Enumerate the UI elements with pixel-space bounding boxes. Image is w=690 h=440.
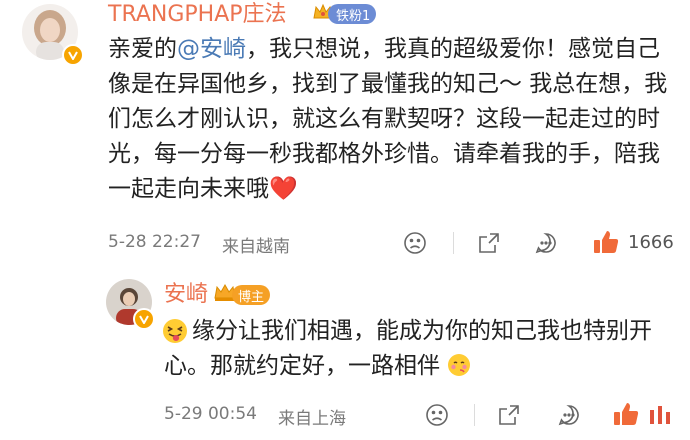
verified-badge-icon <box>62 44 84 66</box>
reply-text: 缘分让我们相遇，能成为你的知己我也特别开心。那就约定好，一路相伴 <box>164 314 680 384</box>
comment-source: 来自越南 <box>222 237 290 257</box>
comment-username[interactable]: TRANGPHAP庄法 <box>108 2 287 28</box>
thumbs-up-icon[interactable] <box>592 228 620 256</box>
share-icon[interactable] <box>476 230 502 256</box>
blush-emoji-icon <box>447 353 471 377</box>
divider <box>474 404 475 426</box>
reply-text-body: 缘分让我们相遇，能成为你的知己我也特别开心。那就约定好，一路相伴 <box>164 318 652 379</box>
author-badge-label: 博主 <box>238 289 265 305</box>
share-icon[interactable] <box>496 402 522 428</box>
heart-emoji: ❤️ <box>269 176 298 202</box>
thumbs-up-icon[interactable] <box>612 400 640 428</box>
reply-verified-badge-icon <box>133 308 155 330</box>
comment-icon[interactable] <box>556 402 582 428</box>
sad-face-icon[interactable] <box>424 402 450 428</box>
reply-timestamp: 5-29 00:54 <box>164 404 257 424</box>
fan-badge: 铁粉1 <box>328 4 377 24</box>
reply-source: 来自上海 <box>278 409 346 429</box>
sad-face-icon[interactable] <box>402 230 428 256</box>
author-badge: 博主 <box>232 285 271 305</box>
mention-link[interactable]: @安崎 <box>177 36 246 62</box>
comment-text-pre: 亲爱的 <box>108 36 177 62</box>
reply-username[interactable]: 安崎 <box>164 282 208 308</box>
fan-badge-label: 铁粉1 <box>336 8 371 24</box>
more-icon[interactable] <box>648 402 678 428</box>
comment-text: 亲爱的@安崎，我只想说，我真的超级爱你！感觉自己像是在异国他乡，找到了最懂我的知… <box>108 32 680 207</box>
like-count: 1666 <box>628 232 674 253</box>
comment-icon[interactable] <box>533 230 559 256</box>
divider <box>453 232 454 254</box>
comment-timestamp: 5-28 22:27 <box>108 232 201 252</box>
